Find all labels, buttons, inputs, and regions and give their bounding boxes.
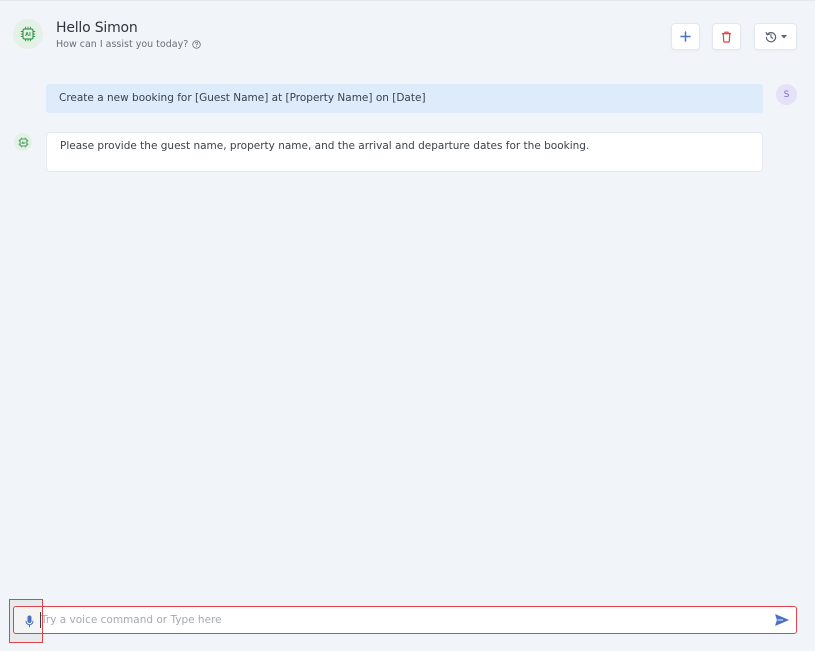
message-input[interactable] [41, 608, 761, 632]
history-dropdown-button[interactable] [754, 23, 797, 50]
plus-icon [680, 31, 691, 42]
history-icon [765, 31, 776, 42]
chat-composer [13, 606, 797, 634]
subtitle-text: How can I assist you today? [56, 39, 189, 50]
trash-icon [722, 31, 731, 43]
caret-down-icon [780, 34, 787, 38]
svg-text:AI: AI [25, 32, 31, 38]
send-icon [775, 614, 789, 626]
clear-chat-button[interactable] [712, 23, 741, 50]
assistant-message: Please provide the guest name, property … [46, 132, 763, 172]
mic-focus-highlight [9, 599, 43, 643]
user-avatar: S [776, 84, 797, 105]
svg-text:AI: AI [21, 140, 26, 145]
ai-chip-icon: AI [18, 137, 28, 147]
assistant-message-avatar: AI [14, 133, 32, 151]
send-button[interactable] [774, 612, 790, 628]
user-message: Create a new booking for [Guest Name] at… [46, 84, 763, 113]
help-circle-icon[interactable] [192, 40, 201, 49]
ai-chip-icon: AI [20, 26, 36, 42]
page-title: Hello Simon [56, 20, 138, 36]
page-subtitle: How can I assist you today? [56, 39, 201, 50]
new-chat-button[interactable] [671, 23, 700, 50]
assistant-avatar: AI [13, 19, 43, 49]
